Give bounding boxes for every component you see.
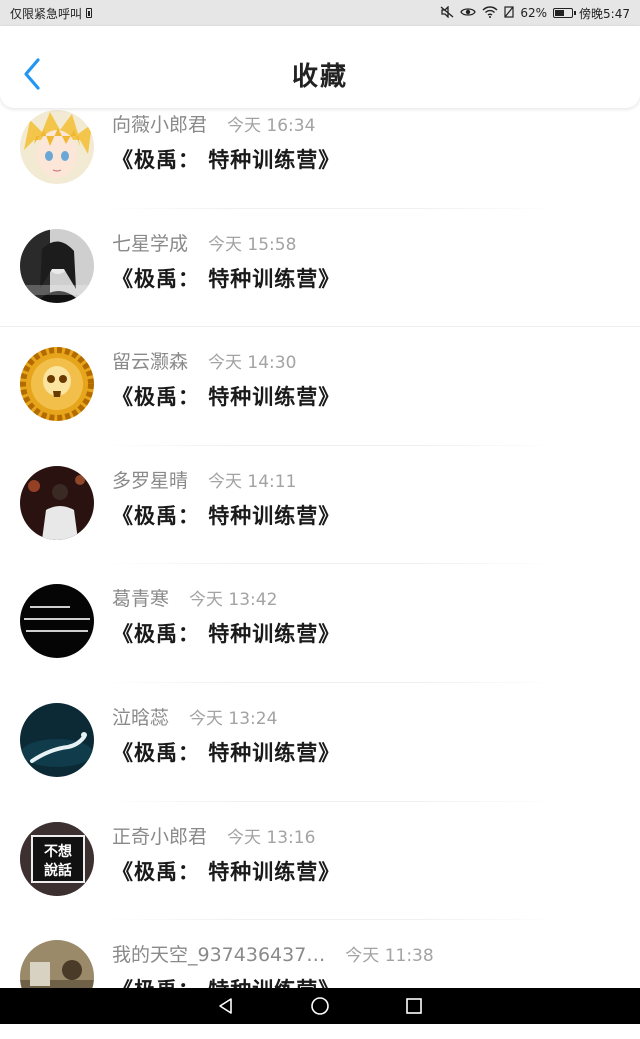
- avatar: [20, 347, 94, 422]
- avatar: [20, 584, 94, 659]
- nav-recents-button[interactable]: [394, 988, 434, 1024]
- item-title: 《极禹： 特种训练营》: [112, 148, 341, 172]
- clock: 傍晚5:47: [579, 6, 630, 21]
- timestamp: 今天 15:58: [208, 234, 297, 255]
- timestamp: 今天 11:38: [345, 946, 434, 967]
- username: 七星学成: [112, 232, 189, 255]
- status-bar: 仅限紧急呼叫 62% 傍晚5:47: [0, 0, 640, 26]
- eye-icon: [460, 6, 477, 20]
- username: 正奇小郎君: [112, 825, 208, 848]
- circle-home-icon: [311, 997, 329, 1015]
- avatar: 不想 說話: [20, 821, 94, 896]
- list-item[interactable]: 不想 說話 正奇小郎君 今天 13:16 《极禹： 特种训练营》: [0, 802, 640, 921]
- nav-home-button[interactable]: [300, 988, 340, 1024]
- item-meta: 留云灏森 今天 14:30: [112, 347, 296, 374]
- item-meta: 葛青寒 今天 13:42: [112, 584, 277, 611]
- timestamp: 今天 13:24: [189, 708, 278, 729]
- username: 留云灏森: [112, 351, 189, 374]
- sim-icon: [86, 8, 93, 18]
- avatar: [20, 465, 94, 540]
- avatar-sign-line-1: 不想: [44, 843, 72, 860]
- item-meta: 我的天空_937436437… 今天 11:38: [112, 940, 434, 967]
- item-meta: 泣晗蕊 今天 13:24: [112, 703, 277, 730]
- username: 我的天空_937436437…: [112, 944, 326, 967]
- triangle-back-icon: [219, 998, 232, 1014]
- list-item[interactable]: 多罗星晴 今天 14:11 《极禹： 特种训练营》: [0, 446, 640, 565]
- status-left: 仅限紧急呼叫: [10, 5, 93, 22]
- page-title: 收藏: [291, 62, 348, 92]
- timestamp: 今天 16:34: [227, 116, 316, 136]
- list-item[interactable]: 泣晗蕊 今天 13:24 《极禹： 特种训练营》: [0, 683, 640, 802]
- item-title: 《极禹： 特种训练营》: [112, 503, 341, 528]
- avatar: [20, 228, 94, 303]
- wifi-icon: [482, 6, 498, 20]
- list-item[interactable]: 七星学成 今天 15:58 《极禹： 特种训练营》: [0, 209, 640, 328]
- item-title: 《极禹： 特种训练营》: [112, 385, 341, 410]
- carrier-text: 仅限紧急呼叫: [10, 6, 83, 21]
- timestamp: 今天 14:11: [208, 471, 297, 492]
- item-meta: 向薇小郎君 今天 16:34: [112, 110, 315, 137]
- timestamp: 今天 13:42: [189, 590, 278, 611]
- list-item[interactable]: 葛青寒 今天 13:42 《极禹： 特种训练营》: [0, 564, 640, 683]
- navigation-bar: [0, 988, 640, 1024]
- app-header: 收藏: [0, 26, 640, 108]
- avatar: [20, 110, 94, 184]
- timestamp: 今天 13:16: [227, 827, 316, 848]
- avatar: [20, 702, 94, 777]
- item-title: 《极禹： 特种训练营》: [112, 859, 341, 884]
- data-saver-icon: [504, 6, 514, 20]
- favorites-list: 向薇小郎君 今天 16:34 《极禹： 特种训练营》 七星学成 今天 15:58…: [0, 90, 640, 1039]
- item-title: 《极禹： 特种训练营》: [112, 740, 341, 765]
- list-item[interactable]: 留云灏森 今天 14:30 《极禹： 特种训练营》: [0, 327, 640, 446]
- item-meta: 多罗星晴 今天 14:11: [112, 466, 296, 493]
- item-title: 《极禹： 特种训练营》: [112, 266, 341, 291]
- battery-percent: 62%: [520, 6, 548, 20]
- avatar-sign-line-2: 說話: [44, 862, 72, 879]
- battery-icon: [553, 8, 577, 18]
- username: 向薇小郎君: [112, 114, 208, 136]
- mute-icon: [440, 5, 454, 20]
- timestamp: 今天 14:30: [208, 353, 297, 374]
- username: 多罗星晴: [112, 469, 189, 492]
- square-recents-icon: [406, 998, 422, 1014]
- username: 葛青寒: [112, 588, 170, 611]
- item-title: 《极禹： 特种训练营》: [112, 622, 341, 647]
- nav-back-button[interactable]: [206, 988, 246, 1024]
- username: 泣晗蕊: [112, 706, 170, 729]
- status-right: 62% 傍晚5:47: [440, 5, 630, 22]
- item-meta: 正奇小郎君 今天 13:16: [112, 822, 315, 849]
- item-meta: 七星学成 今天 15:58: [112, 229, 296, 256]
